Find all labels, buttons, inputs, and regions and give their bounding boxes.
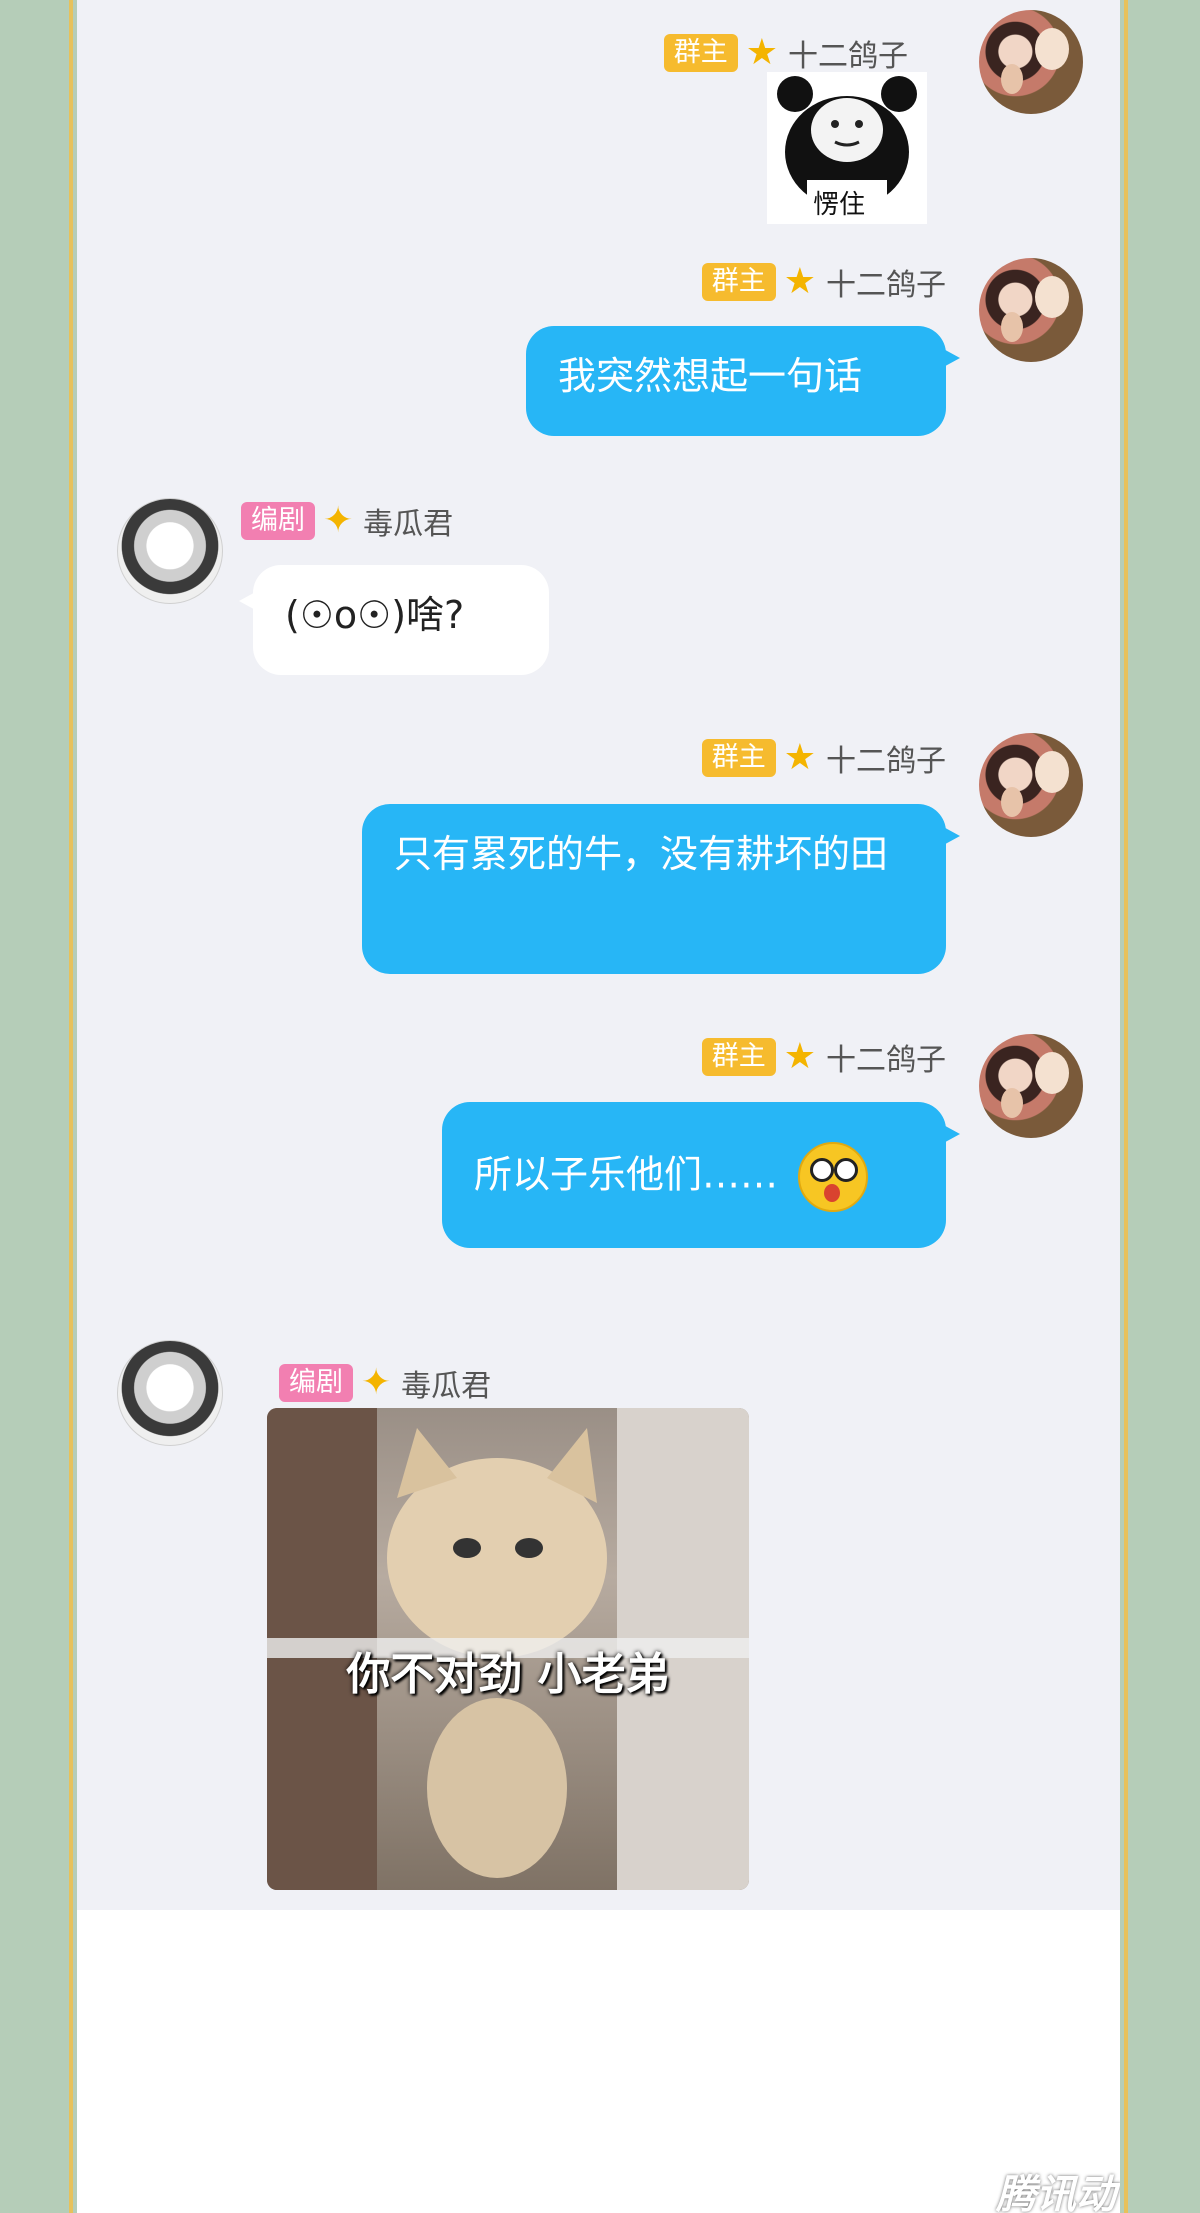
panda-sticker[interactable]: 愣住: [767, 72, 927, 224]
message-text: (☉o☉)啥?: [285, 593, 465, 637]
sender-name: 十二鸽子: [826, 744, 946, 779]
sparkle-icon: ✦: [323, 500, 354, 541]
message-text: 所以子乐他们……: [474, 1152, 779, 1197]
role-badge-owner: 群主: [663, 34, 738, 72]
comic-panel: 群主 ★ 十二鸽子 愣住 群主 ★ 十二鸽子 我突然想起一句话 编剧 ✦ 毒瓜君…: [77, 0, 1120, 2213]
frame-border-left: [69, 0, 73, 2213]
message-bubble[interactable]: 我突然想起一句话: [526, 326, 960, 436]
message-text: 我突然想起一句话: [558, 354, 863, 398]
message-text: 只有累死的牛，没有耕坏的田: [394, 832, 889, 876]
message-meta: 编剧 ✦ 毒瓜君: [241, 500, 454, 542]
star-icon: ★: [783, 1036, 816, 1077]
shocked-emoji-icon: [798, 1142, 869, 1212]
avatar[interactable]: [979, 1034, 1083, 1138]
role-badge-editor: 编剧: [279, 1364, 353, 1402]
message-bubble[interactable]: (☉o☉)啥?: [239, 565, 549, 675]
role-badge-owner: 群主: [701, 739, 776, 777]
role-badge-owner: 群主: [701, 263, 776, 301]
avatar[interactable]: [117, 498, 223, 604]
avatar[interactable]: [979, 258, 1083, 362]
avatar[interactable]: [979, 10, 1083, 114]
sender-name: 十二鸽子: [826, 268, 946, 303]
sparkle-icon: ✦: [361, 1362, 392, 1403]
message-meta: 群主 ★ 十二鸽子: [701, 1036, 946, 1078]
message-bubble[interactable]: 所以子乐他们……: [442, 1102, 960, 1248]
star-icon: ★: [783, 737, 816, 778]
message-meta: 群主 ★ 十二鸽子: [701, 261, 946, 303]
avatar[interactable]: [979, 733, 1083, 837]
frame-border-right: [1124, 0, 1128, 2213]
sender-name: 毒瓜君: [401, 1369, 492, 1404]
sender-name: 毒瓜君: [363, 507, 454, 542]
star-icon: ★: [783, 261, 816, 302]
sender-name: 十二鸽子: [788, 39, 908, 74]
avatar[interactable]: [117, 1340, 223, 1446]
watermark-logo: 腾讯动漫: [996, 2172, 1116, 2213]
chat-window[interactable]: 群主 ★ 十二鸽子 愣住 群主 ★ 十二鸽子 我突然想起一句话 编剧 ✦ 毒瓜君…: [77, 0, 1120, 1910]
sender-name: 十二鸽子: [826, 1043, 946, 1078]
cat-meme-image[interactable]: 你不对劲 小老弟: [267, 1408, 749, 1890]
message-meta: 编剧 ✦ 毒瓜君: [279, 1362, 492, 1404]
sticker-text: 愣住: [813, 190, 866, 220]
star-icon: ★: [745, 32, 778, 73]
message-bubble[interactable]: 只有累死的牛，没有耕坏的田: [362, 804, 960, 974]
role-badge-editor: 编剧: [241, 502, 315, 540]
role-badge-owner: 群主: [701, 1038, 776, 1076]
meme-caption: 你不对劲 小老弟: [346, 1649, 670, 1700]
message-meta: 群主 ★ 十二鸽子: [701, 737, 946, 779]
message-meta: 群主 ★ 十二鸽子: [663, 32, 908, 74]
